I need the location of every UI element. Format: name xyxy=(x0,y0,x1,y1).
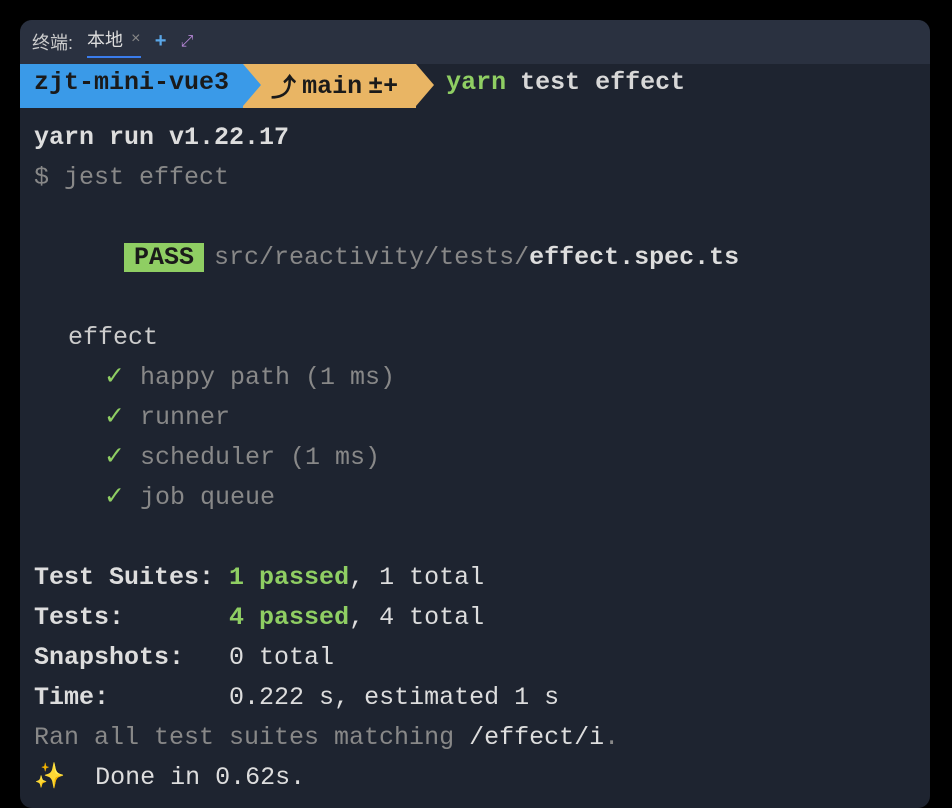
jest-command-line: $ jest effect xyxy=(34,158,916,198)
yarn-version-line: yarn run v1.22.17 xyxy=(34,118,916,158)
summary-snapshots: Snapshots: 0 total xyxy=(34,638,916,678)
spacer xyxy=(34,518,916,558)
file-path: src/reactivity/tests/ xyxy=(214,243,529,272)
check-icon: ✓ xyxy=(104,403,125,432)
terminal-tab[interactable]: 本地 × xyxy=(87,26,141,58)
ran-line: Ran all test suites matching /effect/i. xyxy=(34,718,916,758)
check-icon: ✓ xyxy=(104,363,125,392)
prompt-cwd: zjt-mini-vue3 xyxy=(20,64,243,108)
sparkle-icon: ✨ xyxy=(34,763,65,792)
close-icon[interactable]: × xyxy=(131,30,141,48)
summary-suites: Test Suites: 1 passed, 1 total xyxy=(34,558,916,598)
add-tab-button[interactable]: + xyxy=(155,31,167,54)
git-status: ±+ xyxy=(368,72,398,101)
test-name: happy path (1 ms) xyxy=(140,363,395,392)
test-result: ✓ scheduler (1 ms) xyxy=(34,438,916,478)
prompt-branch: ⤴ main ±+ xyxy=(243,64,416,108)
suite-name: effect xyxy=(34,318,916,358)
test-name: runner xyxy=(140,403,230,432)
expand-icon[interactable]: ⤢ xyxy=(181,33,194,51)
done-line: ✨ Done in 0.62s. xyxy=(34,758,916,798)
pass-line: PASS src/reactivity/tests/effect.spec.ts xyxy=(34,198,916,318)
file-name: effect.spec.ts xyxy=(529,243,739,272)
check-icon: ✓ xyxy=(104,443,125,472)
test-result: ✓ runner xyxy=(34,398,916,438)
terminal-window: 终端: 本地 × + ⤢ zjt-mini-vue3 ⤴ main ±+ yar… xyxy=(20,20,930,808)
test-result: ✓ happy path (1 ms) xyxy=(34,358,916,398)
summary-time: Time: 0.222 s, estimated 1 s xyxy=(34,678,916,718)
test-name: job queue xyxy=(140,483,275,512)
command-args: test effect xyxy=(520,68,685,104)
tab-bar-label: 终端: xyxy=(32,29,73,55)
branch-name: main xyxy=(302,72,362,101)
test-result: ✓ job queue xyxy=(34,478,916,518)
summary-tests: Tests: 4 passed, 4 total xyxy=(34,598,916,638)
prompt-line: zjt-mini-vue3 ⤴ main ±+ yarn test effect xyxy=(20,64,930,108)
branch-icon: ⤴ xyxy=(271,68,296,104)
prompt-command[interactable]: yarn test effect xyxy=(416,64,705,108)
check-icon: ✓ xyxy=(104,483,125,512)
terminal-output[interactable]: yarn run v1.22.17 $ jest effect PASS src/… xyxy=(20,108,930,808)
pass-badge: PASS xyxy=(124,243,204,272)
test-name: scheduler (1 ms) xyxy=(140,443,380,472)
command-name: yarn xyxy=(446,68,506,104)
tab-bar: 终端: 本地 × + ⤢ xyxy=(20,20,930,64)
tab-name: 本地 xyxy=(87,26,123,52)
